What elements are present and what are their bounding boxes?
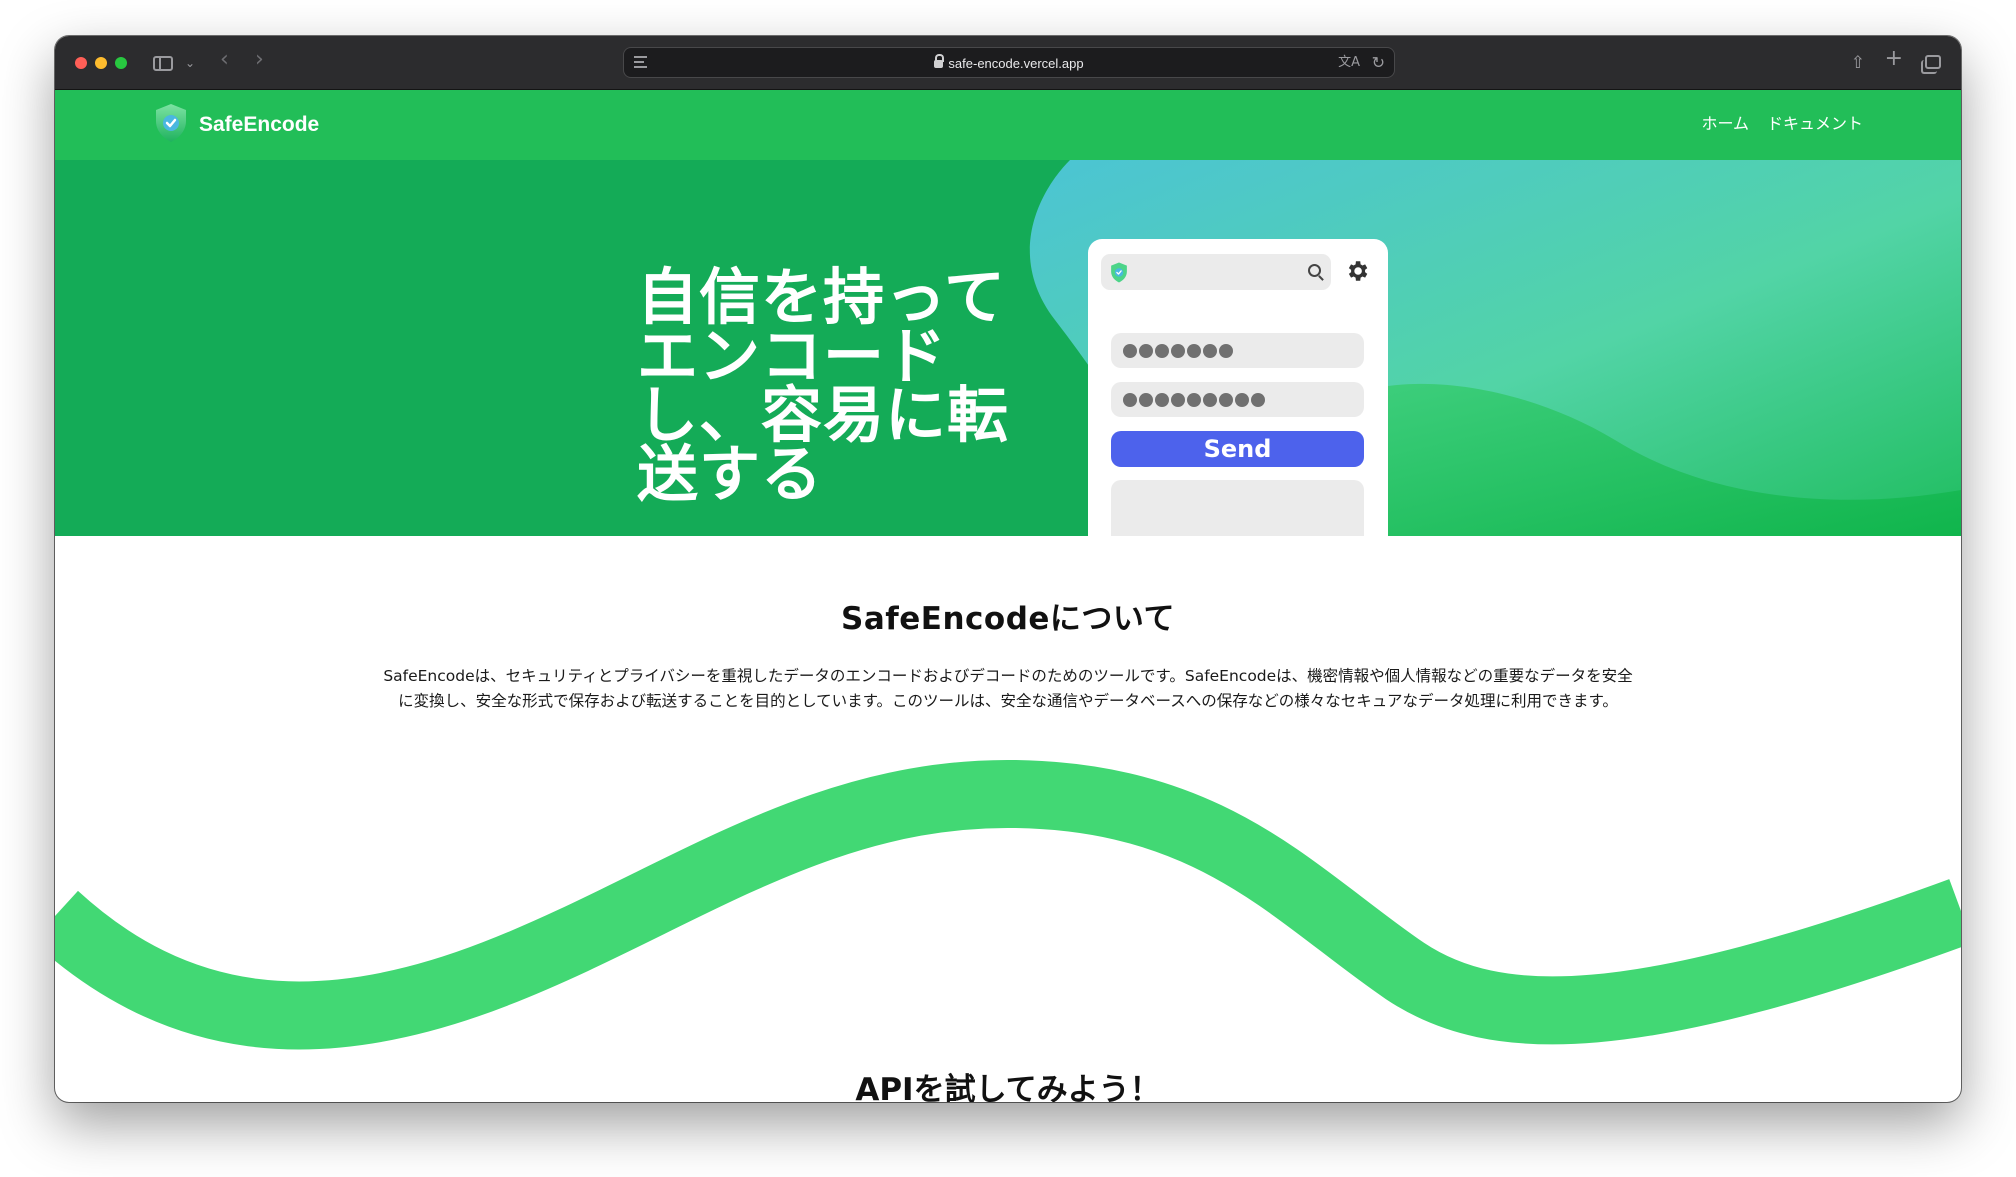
mockup-output-area (1111, 480, 1364, 536)
gear-icon (1348, 261, 1368, 281)
mockup-password-field (1111, 382, 1364, 417)
browser-window: ⌄ ‹ › safe-encode.vercel.app 文A ↻ ⇧ + Sa… (55, 36, 1961, 1102)
about-title: SafeEncodeについて (841, 601, 1175, 637)
mockup-send-button: Send (1111, 431, 1364, 467)
sidebar-icon[interactable] (153, 56, 173, 71)
share-icon[interactable]: ⇧ (1851, 51, 1865, 75)
about-description: SafeEncodeは、セキュリティとプライバシーを重視したデータのエンコードお… (355, 664, 1661, 714)
hero-title-line: し、容易に転 (637, 380, 1010, 451)
hero-title-line: エンコード (637, 321, 948, 392)
hero-title-line: 送する (637, 439, 824, 510)
site-navbar: SafeEncode ホーム ドキュメント (55, 90, 1961, 160)
decorative-wave (55, 759, 1961, 1050)
brand-name[interactable]: SafeEncode (199, 111, 319, 139)
chevron-down-icon[interactable]: ⌄ (185, 51, 195, 75)
mockup-search-bar (1101, 254, 1331, 290)
forward-arrow-icon[interactable]: › (255, 48, 264, 72)
hero-title-line: 自信を持って (637, 262, 1006, 333)
about-text-line: に変換し、安全な形式で保存および転送することを目的としています。このツールは、安… (398, 692, 1618, 710)
shield-icon (1111, 262, 1127, 283)
address-bar[interactable]: safe-encode.vercel.app 文A ↻ (623, 47, 1395, 78)
tab-overview-icon[interactable] (1921, 55, 1941, 74)
nav-link-docs[interactable]: ドキュメント (1767, 112, 1863, 136)
about-text-line: SafeEncodeは、セキュリティとプライバシーを重視したデータのエンコードお… (383, 667, 1633, 685)
close-window-button[interactable] (75, 57, 87, 69)
minimize-window-button[interactable] (95, 57, 107, 69)
url-text[interactable]: safe-encode.vercel.app (948, 56, 1083, 71)
translate-icon[interactable]: 文A (1338, 54, 1360, 72)
hero-section: 自信を持って エンコード し、容易に転 送する Send (55, 160, 1961, 536)
new-tab-icon[interactable]: + (1885, 47, 1903, 71)
lock-icon (934, 54, 945, 68)
browser-toolbar: ⌄ ‹ › safe-encode.vercel.app 文A ↻ ⇧ + (55, 36, 1961, 90)
app-mockup-illustration: Send (1088, 239, 1388, 536)
back-arrow-icon[interactable]: ‹ (220, 48, 229, 72)
reload-icon[interactable]: ↻ (1372, 51, 1385, 75)
search-icon (1308, 264, 1321, 277)
api-section-title: APIを試してみよう！ (855, 1072, 1161, 1102)
mockup-password-field (1111, 333, 1364, 368)
nav-link-home[interactable]: ホーム (1701, 112, 1749, 136)
zoom-window-button[interactable] (115, 57, 127, 69)
shield-logo-icon[interactable] (154, 103, 188, 143)
hero-title: 自信を持って エンコード し、容易に転 送する (637, 262, 1057, 510)
